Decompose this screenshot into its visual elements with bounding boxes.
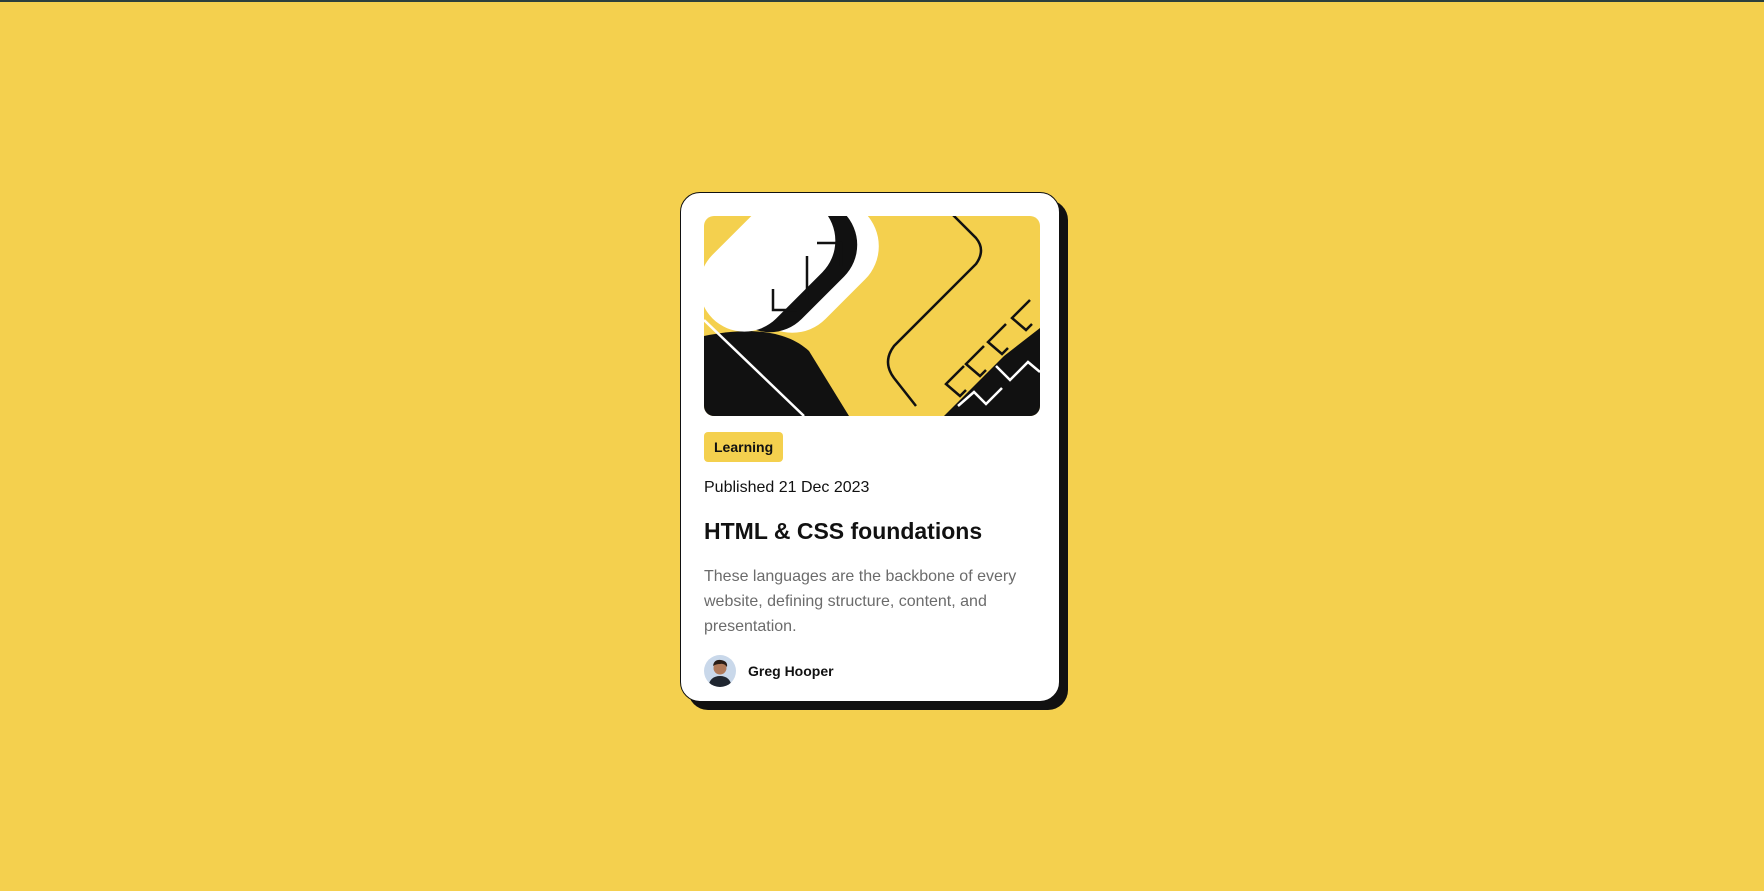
category-tag: Learning (704, 432, 784, 462)
card-description: These languages are the backbone of ever… (704, 568, 1017, 635)
publish-date: Published 21 Dec 2023 (704, 479, 870, 496)
blog-preview-card: Learning Published 21 Dec 2023 HTML & CS… (680, 192, 1060, 702)
author-name: Greg Hooper (748, 663, 834, 679)
top-edge-strip (0, 0, 1764, 2)
author-avatar-icon (704, 655, 736, 687)
card-title[interactable]: HTML & CSS foundations (704, 516, 1036, 546)
card-illustration (704, 216, 1040, 416)
author-row: Greg Hooper (704, 655, 1036, 687)
